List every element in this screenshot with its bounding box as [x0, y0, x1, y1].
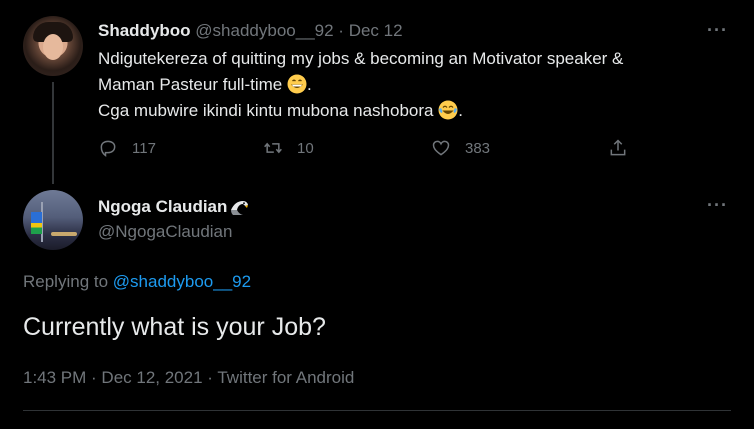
share-icon — [610, 139, 626, 156]
like-count: 383 — [465, 139, 491, 157]
avatar-shaddyboo[interactable] — [23, 16, 83, 76]
share-button[interactable] — [608, 138, 642, 158]
focused-author-name[interactable]: Ngoga Claudian — [98, 197, 227, 217]
more-options-icon[interactable]: ··· — [707, 21, 728, 39]
parent-author-name[interactable]: Shaddyboo — [98, 21, 191, 40]
like-button[interactable]: 383 — [431, 138, 490, 158]
reply-count: 117 — [132, 139, 156, 157]
parent-tweet-date[interactable]: Dec 12 — [349, 21, 403, 40]
avatar-ngoga-claudian[interactable] — [23, 190, 83, 250]
tweet-line-1: Ndigutekereza of quitting my jobs & beco… — [98, 49, 624, 68]
replying-to: Replying to @shaddyboo__92 — [23, 272, 251, 292]
eagle-emoji-icon — [231, 201, 249, 215]
focused-author-name-row[interactable]: Ngoga Claudian — [98, 197, 249, 217]
parent-tweet-header: Shaddyboo @shaddyboo__92 · Dec 12 — [98, 21, 403, 41]
replying-to-label: Replying to — [23, 272, 109, 291]
focused-author-handle[interactable]: @NgogaClaudian — [98, 222, 232, 242]
header-separator: · — [338, 21, 344, 40]
more-options-icon[interactable]: ··· — [707, 196, 728, 214]
tweet-timestamp-source[interactable]: 1:43 PM · Dec 12, 2021 · Twitter for And… — [23, 368, 354, 388]
parent-author-handle[interactable]: @shaddyboo__92 — [195, 21, 333, 40]
tweet-thread: Shaddyboo @shaddyboo__92 · Dec 12 ··· Nd… — [0, 0, 754, 429]
tweet-line-2: Maman Pasteur full-time . — [98, 74, 312, 94]
tweet-line-3: Cga mubwire ikindi kintu mubona nashobor… — [98, 100, 463, 120]
reply-button[interactable]: 117 — [98, 138, 156, 158]
focused-tweet-text: Currently what is your Job? — [23, 313, 326, 341]
thread-connector-line — [52, 82, 54, 184]
reply-icon — [100, 140, 116, 157]
retweet-count: 10 — [297, 139, 314, 157]
heart-icon — [432, 140, 450, 156]
divider — [23, 410, 731, 411]
tweet-action-bar: 117 10 383 — [98, 138, 638, 162]
replying-to-handle-link[interactable]: @shaddyboo__92 — [113, 272, 251, 291]
grinning-face-emoji-icon — [287, 74, 307, 94]
retweet-icon — [264, 142, 282, 154]
tears-of-joy-emoji-icon — [438, 100, 458, 120]
parent-tweet-text: Ndigutekereza of quitting my jobs & beco… — [98, 46, 718, 124]
retweet-button[interactable]: 10 — [263, 138, 314, 158]
